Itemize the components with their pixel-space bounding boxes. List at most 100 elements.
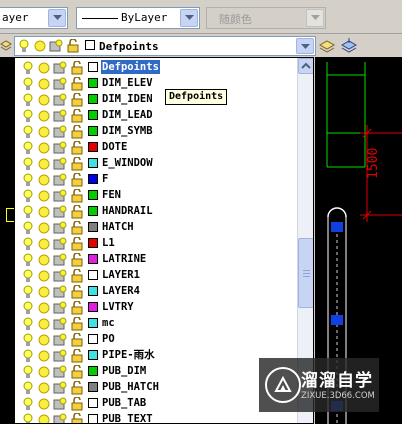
color-swatch[interactable] bbox=[88, 318, 98, 328]
layer-name: E_WINDOW bbox=[102, 157, 153, 169]
color-swatch[interactable] bbox=[88, 174, 98, 184]
chevron-down-icon[interactable] bbox=[296, 38, 314, 54]
layer-row[interactable]: DOTE bbox=[15, 139, 298, 155]
layer-row[interactable]: F bbox=[15, 171, 298, 187]
layer-previous-icon[interactable] bbox=[318, 37, 336, 58]
color-swatch[interactable] bbox=[88, 158, 98, 168]
layer-row[interactable]: mc bbox=[15, 315, 298, 331]
layer-name: PO bbox=[102, 333, 115, 345]
viewport-freeze-icon[interactable] bbox=[53, 413, 67, 423]
color-swatch[interactable] bbox=[88, 270, 98, 280]
layer-row[interactable]: HATCH bbox=[15, 219, 298, 235]
layer-control-value: ayer bbox=[2, 11, 29, 24]
properties-toolbar: ayer ByLayer 随颜色 bbox=[0, 0, 402, 34]
lock-icon[interactable] bbox=[71, 412, 83, 423]
layer-row[interactable]: PO bbox=[15, 331, 298, 347]
viewport-freeze-icon bbox=[49, 39, 63, 56]
drawing-area-left bbox=[0, 57, 14, 424]
chevron-down-icon[interactable] bbox=[180, 9, 198, 27]
color-swatch[interactable] bbox=[88, 350, 98, 360]
layer-row[interactable]: LATRINE bbox=[15, 251, 298, 267]
layer-combo-selected: Defpoints bbox=[99, 40, 159, 53]
color-swatch[interactable] bbox=[88, 238, 98, 248]
layer-name: Defpoints bbox=[101, 60, 160, 74]
layer-row[interactable]: LVTRY bbox=[15, 299, 298, 315]
color-swatch[interactable] bbox=[88, 286, 98, 296]
scroll-thumb[interactable] bbox=[298, 238, 313, 308]
color-swatch[interactable] bbox=[88, 94, 98, 104]
color-swatch[interactable] bbox=[88, 206, 98, 216]
layer-row[interactable]: PUB_TAB bbox=[15, 395, 298, 411]
layer-row[interactable]: HANDRAIL bbox=[15, 203, 298, 219]
layer-row[interactable]: DIM_SYMB bbox=[15, 123, 298, 139]
layer-row[interactable]: FEN bbox=[15, 187, 298, 203]
color-swatch[interactable] bbox=[88, 254, 98, 264]
scroll-up-button[interactable] bbox=[298, 58, 313, 74]
layers-toolbar: Defpoints bbox=[0, 35, 402, 57]
color-swatch[interactable] bbox=[88, 142, 98, 152]
color-swatch[interactable] bbox=[88, 126, 98, 136]
layer-combo[interactable]: Defpoints bbox=[14, 36, 316, 56]
layer-name: LVTRY bbox=[102, 301, 134, 313]
layer-name: DIM_ELEV bbox=[102, 77, 153, 89]
layer-states-icon[interactable] bbox=[340, 37, 358, 58]
linetype-combo[interactable]: ByLayer bbox=[76, 7, 200, 29]
layer-name: LAYER1 bbox=[102, 269, 140, 281]
chevron-down-icon[interactable] bbox=[48, 9, 66, 27]
layer-name: DOTE bbox=[102, 141, 128, 153]
color-swatch[interactable] bbox=[88, 190, 98, 200]
layer-row[interactable]: DIM_LEAD bbox=[15, 107, 298, 123]
layer-name: HATCH bbox=[102, 221, 134, 233]
layer-row[interactable]: PUB_HATCH bbox=[15, 379, 298, 395]
layer-row[interactable]: DIM_ELEV bbox=[15, 75, 298, 91]
color-swatch[interactable] bbox=[88, 302, 98, 312]
watermark: 溜溜自学 ZIXUE.3D66.COM bbox=[259, 358, 379, 412]
layer-tooltip: Defpoints bbox=[165, 89, 228, 105]
layer-name: L1 bbox=[102, 237, 115, 249]
color-swatch[interactable] bbox=[88, 78, 98, 88]
layer-name: DIM_IDEN bbox=[102, 93, 153, 105]
layer-control-combo[interactable]: ayer bbox=[0, 7, 68, 29]
layer-name: PUB_TAB bbox=[102, 397, 147, 409]
layer-row[interactable]: PIPE-雨水 bbox=[15, 347, 298, 363]
lightbulb-icon[interactable] bbox=[23, 413, 33, 423]
layer-name: PIPE-雨水 bbox=[102, 349, 155, 361]
layer-name: DIM_SYMB bbox=[102, 125, 153, 137]
layer-name: FEN bbox=[102, 189, 121, 201]
dimension-text: 1500 bbox=[366, 148, 381, 179]
layer-row[interactable]: LAYER1 bbox=[15, 267, 298, 283]
layer-row[interactable]: PUB_TEXT bbox=[15, 411, 298, 424]
color-swatch[interactable] bbox=[88, 414, 98, 423]
layer-name: PUB_DIM bbox=[102, 365, 147, 377]
color-swatch[interactable] bbox=[88, 334, 98, 344]
color-swatch[interactable] bbox=[88, 366, 98, 376]
color-swatch[interactable] bbox=[88, 382, 98, 392]
linetype-preview bbox=[82, 18, 118, 19]
color-swatch[interactable] bbox=[88, 62, 98, 72]
layer-name: PUB_HATCH bbox=[102, 381, 159, 393]
sun-icon[interactable] bbox=[37, 413, 51, 423]
drawing-mark bbox=[6, 208, 14, 222]
layer-row[interactable]: E_WINDOW bbox=[15, 155, 298, 171]
layer-row[interactable]: PUB_DIM bbox=[15, 363, 298, 379]
color-swatch[interactable] bbox=[88, 398, 98, 408]
layers-manager-icon[interactable] bbox=[0, 38, 12, 57]
watermark-url: ZIXUE.3D66.COM bbox=[301, 391, 375, 401]
watermark-brand: 溜溜自学 bbox=[301, 371, 373, 391]
color-swatch[interactable] bbox=[88, 222, 98, 232]
layer-name: DIM_LEAD bbox=[102, 109, 153, 121]
layer-name: LATRINE bbox=[102, 253, 147, 265]
color-swatch[interactable] bbox=[88, 110, 98, 120]
lightbulb-icon bbox=[19, 39, 29, 56]
layer-name: PUB_TEXT bbox=[102, 413, 153, 424]
layer-name: F bbox=[102, 173, 109, 185]
color-combo: 随颜色 bbox=[206, 7, 326, 29]
sun-icon bbox=[33, 39, 47, 56]
watermark-logo-icon bbox=[265, 367, 301, 403]
layer-row[interactable]: LAYER4 bbox=[15, 283, 298, 299]
color-value: 随颜色 bbox=[219, 13, 252, 26]
layer-row[interactable]: L1 bbox=[15, 235, 298, 251]
layer-row[interactable]: DIM_IDEN bbox=[15, 91, 298, 107]
layer-name: mc bbox=[102, 317, 115, 329]
layer-row[interactable]: Defpoints bbox=[15, 59, 298, 75]
